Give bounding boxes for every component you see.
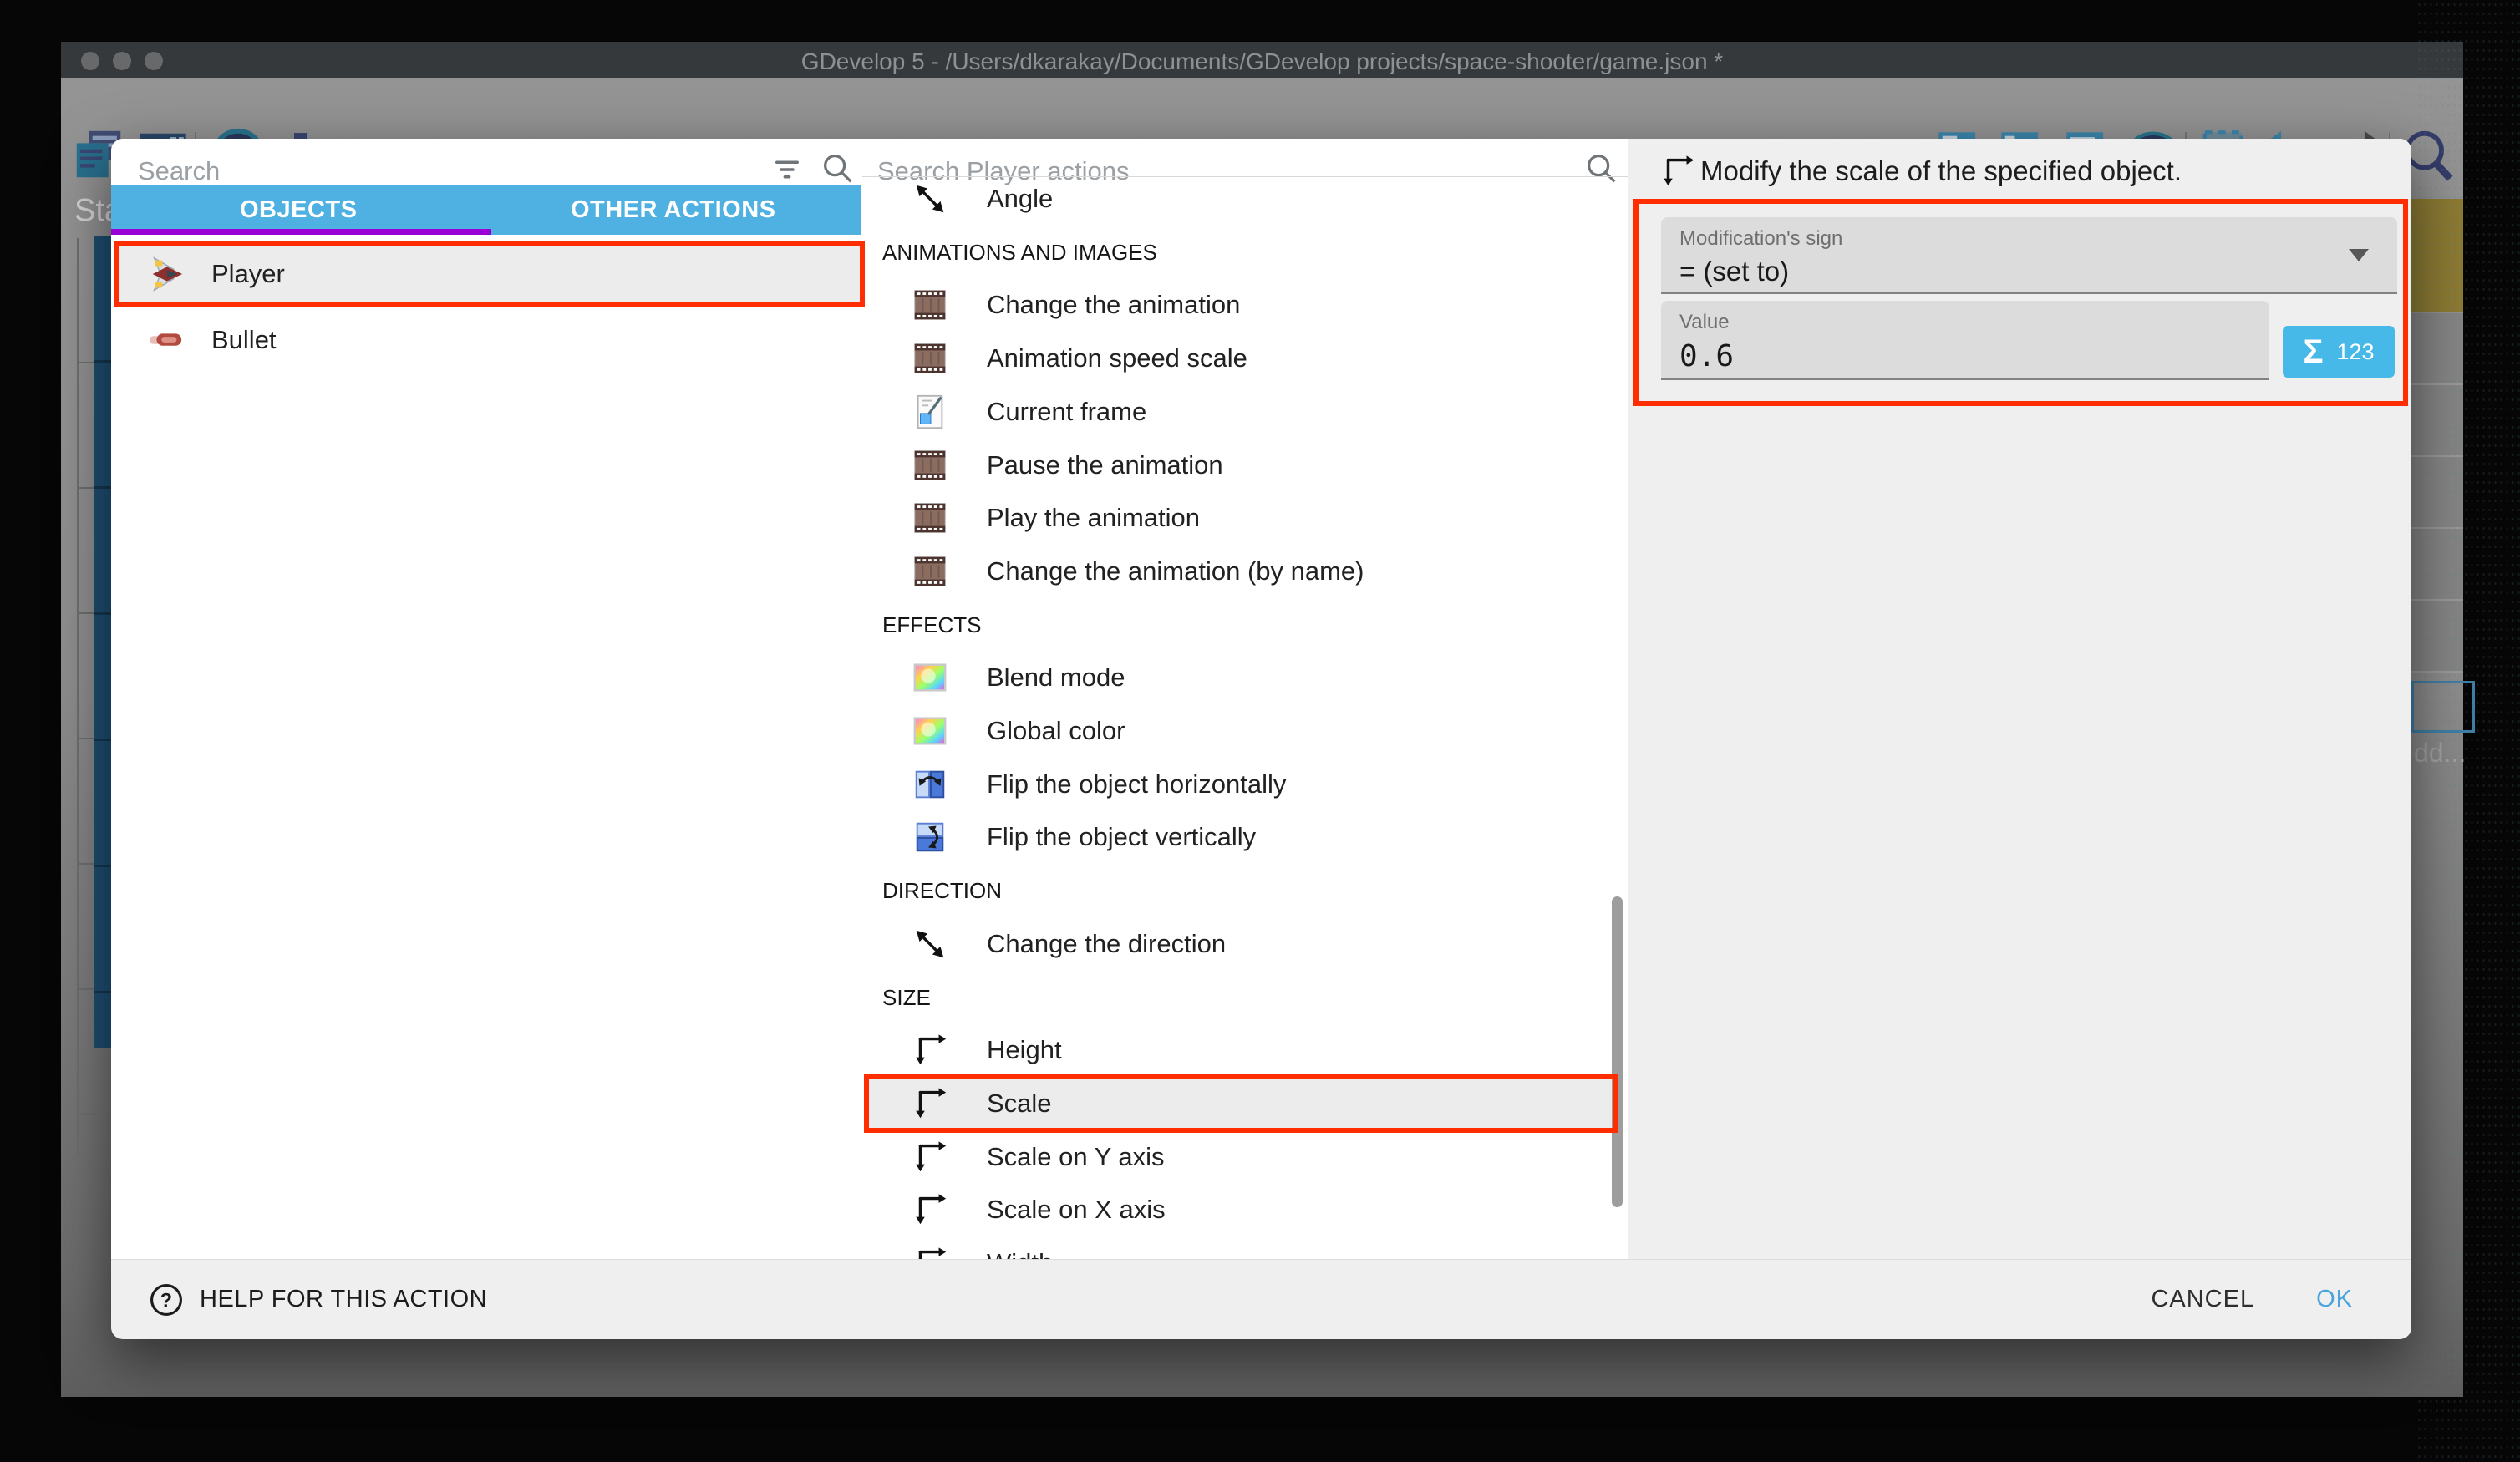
action-item-flip-the-object-horizontally[interactable]: Flip the object horizontally	[867, 758, 1619, 811]
action-item-label: Change the animation	[987, 290, 1240, 320]
action-group-header-direction: DIRECTION	[882, 878, 1002, 904]
annotation-box-player: Player	[114, 241, 865, 307]
action-item-flip-the-object-vertically[interactable]: Flip the object vertically	[867, 810, 1619, 864]
action-item-label: Flip the object vertically	[987, 822, 1256, 852]
annotation-box-scale	[864, 1074, 1618, 1133]
dialog-footer: ? HELP FOR THIS ACTION CANCEL OK	[111, 1259, 2411, 1339]
film-icon	[911, 552, 949, 591]
active-tab-indicator	[111, 229, 491, 235]
action-item-label: Flip the object horizontally	[987, 769, 1286, 800]
action-item-label: Change the animation (by name)	[987, 556, 1364, 586]
search-icon	[818, 149, 856, 187]
angle-icon	[911, 180, 949, 218]
screenshot-root: GDevelop 5 - /Users/dkarakay/Documents/G…	[0, 0, 2520, 1462]
action-item-label: Blend mode	[987, 662, 1125, 693]
color-icon	[911, 658, 949, 697]
event-condition-blocks	[94, 236, 112, 1048]
flip-horizontal-icon	[911, 765, 949, 804]
action-group-header-effects: EFFECTS	[882, 612, 981, 638]
expression-builder-button[interactable]: Σ 123	[2283, 326, 2395, 378]
direction-icon	[911, 925, 949, 963]
bullet-icon	[146, 321, 185, 359]
film-icon	[911, 499, 949, 537]
action-item-width[interactable]: Width	[867, 1236, 1619, 1259]
sign-select-field[interactable]: Modification's sign = (set to)	[1661, 217, 2397, 294]
field-label: Value	[1679, 311, 1730, 334]
action-item-current-frame[interactable]: Current frame	[867, 385, 1619, 439]
object-item-label: Player	[211, 259, 285, 289]
sigma-icon: Σ	[2303, 333, 2323, 371]
titlebar: GDevelop 5 - /Users/dkarakay/Documents/G…	[61, 42, 2463, 78]
action-group-header-size: SIZE	[882, 985, 931, 1011]
action-item-animation-speed-scale[interactable]: Animation speed scale	[867, 332, 1619, 385]
detail-title: Modify the scale of the specified object…	[1700, 155, 2182, 187]
object-item-label: Bullet	[211, 325, 277, 355]
film-icon	[911, 339, 949, 378]
action-item-global-color[interactable]: Global color	[867, 704, 1619, 758]
action-item-height[interactable]: Height	[867, 1023, 1619, 1077]
action-item-label: Scale on Y axis	[987, 1142, 1165, 1172]
cancel-button[interactable]: CANCEL	[2151, 1286, 2254, 1313]
event-bracket-lines	[77, 238, 95, 1157]
action-item-change-the-animation-by-name[interactable]: Change the animation (by name)	[867, 545, 1619, 598]
action-item-angle[interactable]: Angle	[867, 176, 1619, 226]
action-item-change-the-animation[interactable]: Change the animation	[867, 278, 1619, 332]
desktop-noise	[2416, 0, 2520, 1462]
action-item-label: Width	[987, 1248, 1053, 1259]
tab-objects[interactable]: OBJECTS	[111, 185, 486, 235]
scale-icon	[1659, 152, 1697, 190]
help-button[interactable]: ? HELP FOR THIS ACTION	[148, 1282, 487, 1318]
film-icon	[911, 286, 949, 324]
tab-other-actions[interactable]: OTHER ACTIONS	[486, 185, 861, 235]
actions-scrollbar-thumb[interactable]	[1612, 896, 1623, 1207]
object-item-bullet[interactable]: Bullet	[119, 312, 860, 368]
action-item-label: Play the animation	[987, 503, 1200, 533]
scale-icon	[911, 1031, 949, 1069]
action-group-header-animations-and-images: ANIMATIONS AND IMAGES	[882, 240, 1157, 266]
window-title: GDevelop 5 - /Users/dkarakay/Documents/G…	[61, 48, 2463, 75]
filter-icon[interactable]	[770, 152, 805, 187]
action-item-pause-the-animation[interactable]: Pause the animation	[867, 439, 1619, 492]
scale-icon	[911, 1244, 949, 1259]
value-input-field[interactable]: Value 0.6	[1661, 301, 2269, 380]
action-item-scale-on-y-axis[interactable]: Scale on Y axis	[867, 1130, 1619, 1184]
field-label: Modification's sign	[1679, 227, 1842, 251]
svg-text:?: ?	[160, 1289, 172, 1312]
film-icon	[911, 446, 949, 485]
chevron-down-icon	[2349, 249, 2369, 261]
action-item-blend-mode[interactable]: Blend mode	[867, 651, 1619, 704]
object-item-player[interactable]: Player	[119, 246, 860, 302]
action-item-scale-on-x-axis[interactable]: Scale on X axis	[867, 1183, 1619, 1236]
action-item-label: Change the direction	[987, 929, 1226, 959]
frame-icon	[911, 393, 949, 431]
action-item-change-the-direction[interactable]: Change the direction	[867, 917, 1619, 971]
ok-button[interactable]: OK	[2316, 1286, 2353, 1313]
action-item-play-the-animation[interactable]: Play the animation	[867, 491, 1619, 545]
action-item-label: Global color	[987, 716, 1125, 746]
scale-icon	[911, 1138, 949, 1176]
help-icon: ?	[148, 1282, 185, 1318]
action-item-label: Pause the animation	[987, 450, 1223, 480]
player-ship-icon	[146, 255, 185, 293]
action-item-label: Height	[987, 1035, 1062, 1065]
instruction-editor-dialog: OBJECTS OTHER ACTIONS Player Bullet Ang	[111, 139, 2411, 1338]
action-item-label: Scale on X axis	[987, 1195, 1166, 1225]
actions-list: Angle ANIMATIONS AND IMAGES Change the ani…	[862, 176, 1628, 1259]
action-item-label: Animation speed scale	[987, 343, 1247, 373]
scale-icon	[911, 1190, 949, 1229]
action-item-label: Angle	[987, 184, 1053, 214]
color-icon	[911, 712, 949, 750]
objects-tab-bar: OBJECTS OTHER ACTIONS	[111, 185, 861, 235]
flip-vertical-icon	[911, 818, 949, 856]
action-item-label: Current frame	[987, 397, 1146, 427]
sign-select-value: = (set to)	[1679, 256, 1789, 287]
value-input-text: 0.6	[1679, 339, 1734, 373]
